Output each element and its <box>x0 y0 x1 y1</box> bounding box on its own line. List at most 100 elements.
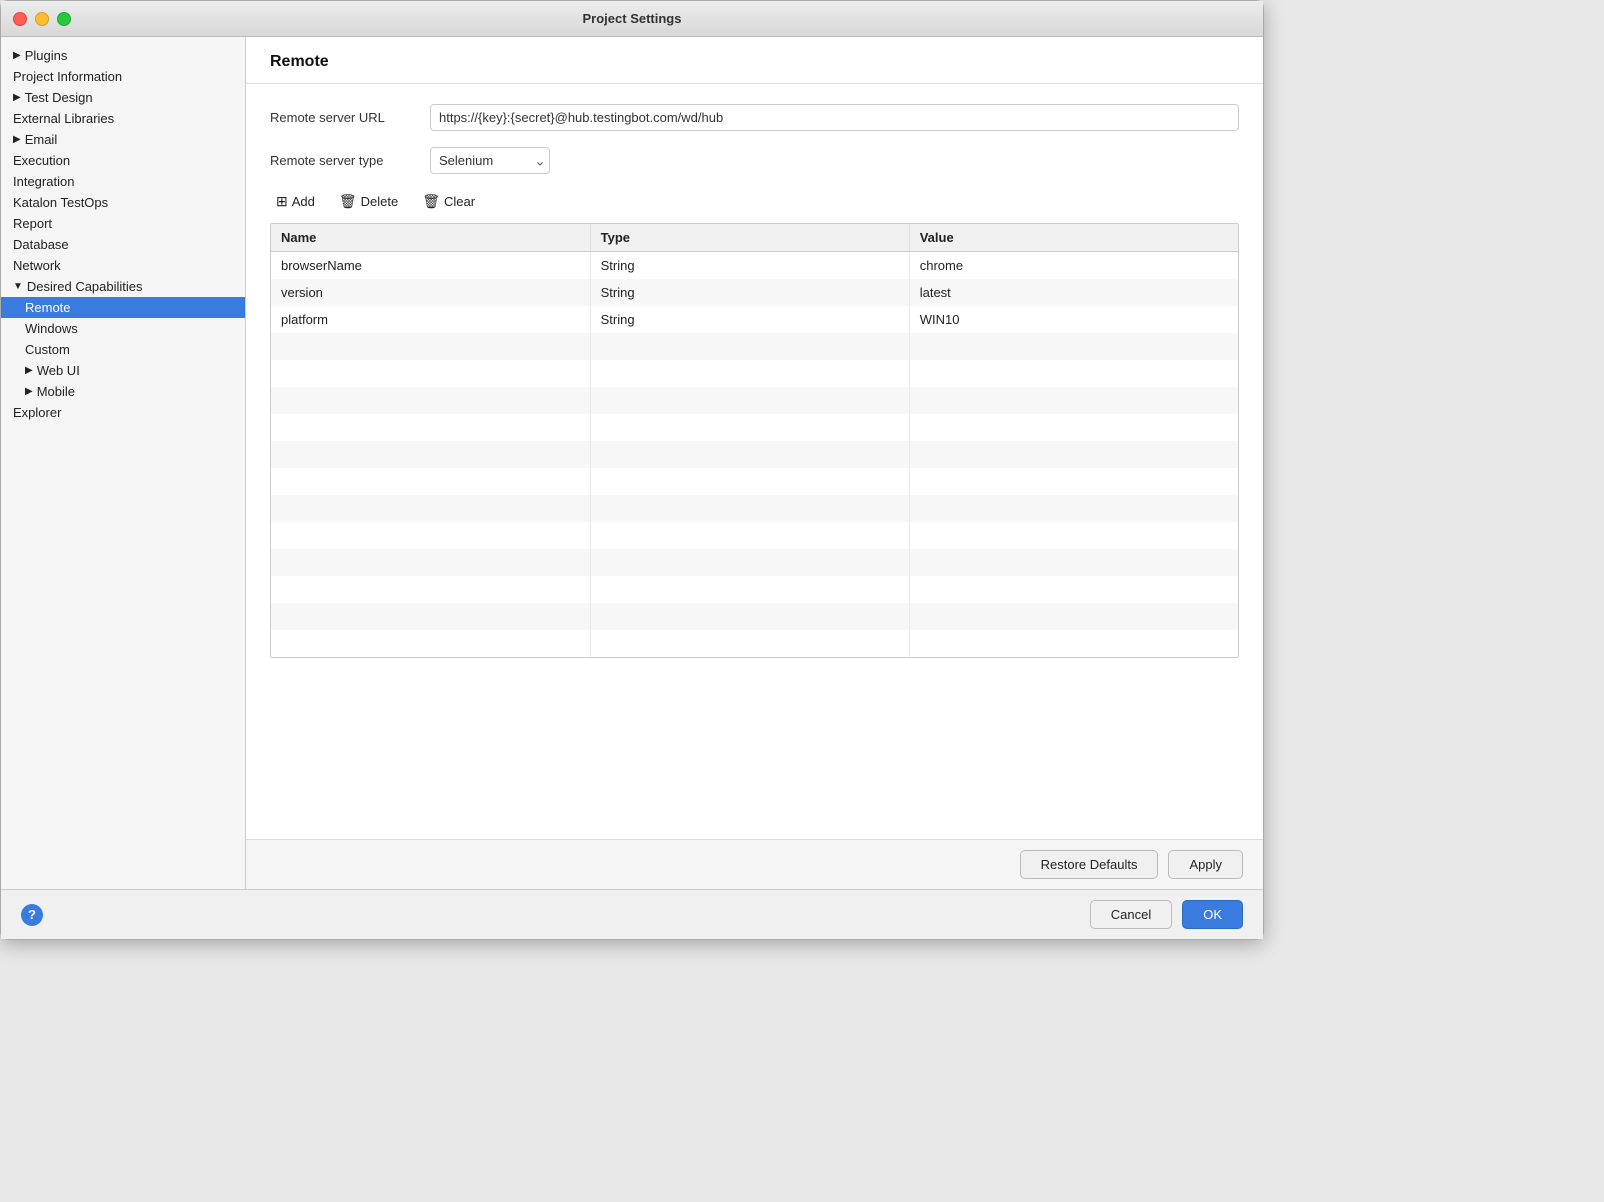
remote-server-url-input[interactable] <box>430 104 1239 131</box>
cell-empty <box>271 441 590 468</box>
cell-empty <box>909 522 1238 549</box>
maximize-button[interactable] <box>57 12 71 26</box>
remote-server-type-wrapper: SeleniumAppium ⌄ <box>430 147 550 174</box>
sidebar-item-label: Mobile <box>37 384 75 399</box>
section-title: Remote <box>270 53 1239 71</box>
sidebar-item-report[interactable]: Report <box>1 213 245 234</box>
sidebar-item-label: Katalon TestOps <box>13 195 108 210</box>
table-row-empty <box>271 549 1238 576</box>
cell-empty <box>590 333 909 360</box>
table-row-empty <box>271 333 1238 360</box>
sidebar-item-external-libraries[interactable]: External Libraries <box>1 108 245 129</box>
cancel-button[interactable]: Cancel <box>1090 900 1172 929</box>
cell-name: browserName <box>271 252 590 280</box>
arrow-icon: ▼ <box>13 281 23 292</box>
close-button[interactable] <box>13 12 27 26</box>
add-label: Add <box>292 194 315 209</box>
sidebar-item-label: Plugins <box>25 48 68 63</box>
cell-empty <box>271 495 590 522</box>
restore-defaults-button[interactable]: Restore Defaults <box>1020 850 1159 879</box>
sidebar-item-integration[interactable]: Integration <box>1 171 245 192</box>
cell-empty <box>909 495 1238 522</box>
delete-button[interactable]: 🗑 Delete <box>333 190 404 213</box>
cell-empty <box>271 603 590 630</box>
sidebar-item-katalon-testops[interactable]: Katalon TestOps <box>1 192 245 213</box>
sidebar-item-web-ui[interactable]: ▶ Web UI <box>1 360 245 381</box>
remote-server-type-label: Remote server type <box>270 153 430 168</box>
cell-empty <box>271 387 590 414</box>
arrow-icon: ▶ <box>13 50 21 61</box>
sidebar-item-email[interactable]: ▶ Email <box>1 129 245 150</box>
table-row[interactable]: browserNameStringchrome <box>271 252 1238 280</box>
sidebar-item-label: Desired Capabilities <box>27 279 143 294</box>
content-header: Remote <box>246 37 1263 84</box>
content-area: Remote Remote server URL Remote server t… <box>246 37 1263 889</box>
minimize-button[interactable] <box>35 12 49 26</box>
sidebar-item-network[interactable]: Network <box>1 255 245 276</box>
cell-empty <box>590 630 909 657</box>
cell-empty <box>590 468 909 495</box>
sidebar-item-explorer[interactable]: Explorer <box>1 402 245 423</box>
table-row-empty <box>271 441 1238 468</box>
col-header-value: Value <box>909 224 1238 252</box>
sidebar-item-remote[interactable]: Remote <box>1 297 245 318</box>
col-header-name: Name <box>271 224 590 252</box>
window-title: Project Settings <box>583 11 682 26</box>
sidebar-item-label: Web UI <box>37 363 80 378</box>
table-row-empty <box>271 360 1238 387</box>
sidebar-item-plugins[interactable]: ▶ Plugins <box>1 45 245 66</box>
cell-name: version <box>271 279 590 306</box>
sidebar-item-label: Integration <box>13 174 74 189</box>
cell-type: String <box>590 306 909 333</box>
sidebar-item-label: Email <box>25 132 58 147</box>
sidebar-item-desired-capabilities[interactable]: ▼ Desired Capabilities <box>1 276 245 297</box>
sidebar-item-label: Execution <box>13 153 70 168</box>
table-row[interactable]: platformStringWIN10 <box>271 306 1238 333</box>
cell-empty <box>590 576 909 603</box>
capabilities-table: Name Type Value browserNameStringchromev… <box>271 224 1238 657</box>
arrow-icon: ▶ <box>13 134 21 145</box>
cell-type: String <box>590 279 909 306</box>
sidebar-item-database[interactable]: Database <box>1 234 245 255</box>
apply-button[interactable]: Apply <box>1168 850 1243 879</box>
cell-empty <box>590 414 909 441</box>
add-button[interactable]: ⊞ Add <box>270 190 321 213</box>
sidebar-item-label: Windows <box>25 321 78 336</box>
cell-empty <box>909 549 1238 576</box>
table-row-empty <box>271 522 1238 549</box>
cell-type: String <box>590 252 909 280</box>
table-row-empty <box>271 468 1238 495</box>
sidebar-item-project-information[interactable]: Project Information <box>1 66 245 87</box>
sidebar-item-mobile[interactable]: ▶Mobile <box>1 381 245 402</box>
remote-server-type-select[interactable]: SeleniumAppium <box>430 147 550 174</box>
table-row-empty <box>271 630 1238 657</box>
table-body: browserNameStringchromeversionStringlate… <box>271 252 1238 658</box>
cell-empty <box>271 414 590 441</box>
cell-empty <box>271 360 590 387</box>
sidebar-item-windows[interactable]: Windows <box>1 318 245 339</box>
cell-empty <box>909 576 1238 603</box>
sidebar-item-label: Database <box>13 237 69 252</box>
cell-empty <box>271 522 590 549</box>
delete-label: Delete <box>361 194 399 209</box>
table-row[interactable]: versionStringlatest <box>271 279 1238 306</box>
delete-icon: 🗑 <box>339 193 357 210</box>
remote-server-type-row: Remote server type SeleniumAppium ⌄ <box>270 147 1239 174</box>
clear-button[interactable]: 🗑 Clear <box>416 190 481 213</box>
help-button[interactable]: ? <box>21 904 43 926</box>
cell-empty <box>271 333 590 360</box>
clear-label: Clear <box>444 194 475 209</box>
sidebar-item-test-design[interactable]: ▶Test Design <box>1 87 245 108</box>
cell-empty <box>590 360 909 387</box>
cell-value: latest <box>909 279 1238 306</box>
ok-button[interactable]: OK <box>1182 900 1243 929</box>
window-controls <box>13 12 71 26</box>
sidebar-item-label: Project Information <box>13 69 122 84</box>
cell-empty <box>909 414 1238 441</box>
sidebar-item-execution[interactable]: Execution <box>1 150 245 171</box>
remote-server-url-row: Remote server URL <box>270 104 1239 131</box>
table-row-empty <box>271 576 1238 603</box>
arrow-icon: ▶ <box>25 365 33 376</box>
capabilities-table-wrapper: Name Type Value browserNameStringchromev… <box>270 223 1239 658</box>
sidebar-item-custom[interactable]: Custom <box>1 339 245 360</box>
